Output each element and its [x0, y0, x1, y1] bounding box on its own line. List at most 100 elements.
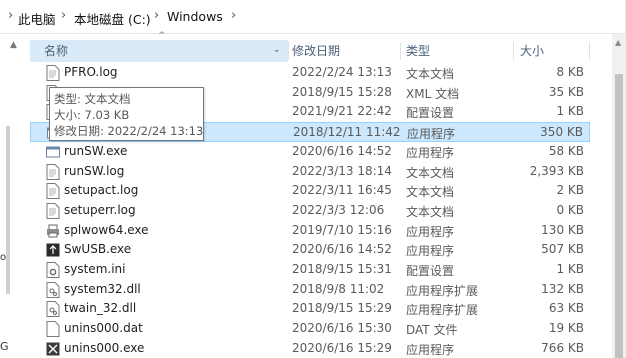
breadcrumb-separator[interactable]: ›: [231, 8, 236, 23]
file-type: XML 文档: [406, 86, 460, 101]
chevron-down-icon[interactable]: ⌄: [273, 45, 281, 55]
file-type: 文本文档: [406, 67, 455, 81]
file-size: 1 KB: [556, 104, 584, 119]
file-modified-date: 2020/6/16 15:30: [292, 321, 392, 336]
file-row[interactable]: unins000.exe 2020/6/16 15:29 应用程序 766 KB: [30, 339, 590, 358]
installer-exe-icon: [46, 341, 60, 357]
column-divider[interactable]: [288, 42, 289, 60]
file-modified-date: 2020/6/16 14:52: [292, 143, 392, 158]
text-file-icon: [46, 202, 60, 219]
file-size: 8 KB: [556, 65, 584, 79]
column-header-type[interactable]: 类型: [406, 40, 430, 62]
text-file-icon: [46, 183, 60, 200]
file-modified-date: 2020/6/16 14:52: [292, 242, 392, 257]
file-row[interactable]: setupact.log 2022/3/11 16:45 文本文档 2 KB: [30, 181, 590, 201]
vertical-scrollbar[interactable]: ▲: [612, 34, 626, 358]
tooltip-type: 类型: 文本文档: [54, 92, 131, 106]
file-type: 应用程序: [406, 244, 455, 259]
breadcrumb-this-pc[interactable]: 此电脑: [18, 9, 56, 28]
file-name: PFRO.log: [64, 65, 118, 79]
file-type: 文本文档: [406, 185, 455, 200]
file-info-tooltip: 类型: 文本文档 大小: 7.03 KB 修改日期: 2022/2/24 13:…: [49, 87, 204, 141]
nav-item-fragment[interactable]: G: [0, 340, 9, 353]
file-size: 507 KB: [541, 242, 584, 257]
usb-exe-icon: [46, 242, 60, 258]
dll-file-icon: [46, 281, 60, 298]
file-name: setuperr.log: [64, 202, 136, 217]
file-row[interactable]: runSW.log 2022/3/13 18:14 文本文档 2,393 KB: [30, 162, 590, 182]
file-size: 2,393 KB: [529, 163, 584, 178]
file-modified-date: 2021/9/21 22:42: [292, 104, 392, 119]
file-row[interactable]: unins000.dat 2020/6/16 15:30 DAT 文件 19 KB: [30, 319, 590, 339]
scroll-up-icon[interactable]: ▲: [615, 38, 621, 47]
file-modified-date: 2018/9/15 15:28: [292, 84, 392, 99]
breadcrumb-local-disk[interactable]: 本地磁盘 (C:): [74, 9, 151, 28]
column-divider[interactable]: [400, 42, 401, 60]
navigation-pane[interactable]: [0, 34, 13, 358]
file-type: 配置设置: [406, 264, 455, 278]
file-row[interactable]: twain_32.dll 2018/9/15 15:29 应用程序扩展 63 KB: [30, 299, 590, 319]
breadcrumb-separator[interactable]: ›: [61, 8, 66, 23]
column-divider[interactable]: [589, 42, 590, 60]
column-header-name-label: 名称: [44, 44, 69, 58]
column-divider[interactable]: [513, 42, 514, 60]
file-row[interactable]: PFRO.log 2022/2/24 13:13 文本文档 8 KB: [30, 63, 590, 83]
file-type: 应用程序: [406, 224, 455, 239]
file-name: runSW.log: [64, 163, 125, 178]
column-header-name[interactable]: 名称: [30, 40, 288, 62]
file-size: 350 KB: [540, 125, 583, 140]
column-header-size[interactable]: 大小: [520, 40, 544, 62]
chevron-up-icon[interactable]: ▲: [10, 40, 17, 50]
file-name: setupact.log: [64, 183, 139, 198]
file-name: system.ini: [64, 262, 126, 276]
tooltip-size: 大小: 7.03 KB: [54, 108, 130, 122]
file-size: 63 KB: [548, 301, 584, 316]
nav-item-fragment[interactable]: o: [0, 252, 6, 263]
file-size: 2 KB: [556, 183, 584, 198]
file-row[interactable]: splwow64.exe 2019/7/10 15:16 应用程序 130 KB: [30, 221, 590, 241]
file-size: 0 KB: [556, 202, 584, 217]
file-modified-date: 2019/7/10 15:16: [292, 222, 392, 237]
scrollbar-thumb[interactable]: [615, 74, 623, 358]
file-name: unins000.exe: [64, 340, 145, 355]
file-modified-date: 2018/9/8 11:02: [292, 281, 385, 296]
file-size: 130 KB: [541, 222, 584, 237]
file-row[interactable]: system.ini 2018/9/15 15:31 配置设置 1 KB: [30, 260, 590, 280]
file-row[interactable]: runSW.exe 2020/6/16 14:52 应用程序 58 KB: [30, 142, 590, 162]
column-header-date-label: 修改日期: [292, 44, 341, 58]
file-type: 应用程序: [406, 342, 455, 357]
file-type: 应用程序: [406, 145, 455, 160]
file-modified-date: 2022/3/13 18:14: [292, 163, 392, 178]
column-header-date[interactable]: 修改日期: [292, 40, 340, 62]
file-modified-date: 2022/3/11 16:45: [292, 183, 392, 198]
file-type: 应用程序扩展: [406, 283, 479, 298]
file-row[interactable]: system32.dll 2018/9/8 11:02 应用程序扩展 132 KB: [30, 280, 590, 300]
file-row[interactable]: SwUSB.exe 2020/6/16 14:52 应用程序 507 KB: [30, 240, 590, 260]
file-row[interactable]: setuperr.log 2022/3/3 12:06 文本文档 0 KB: [30, 201, 590, 221]
file-type: 文本文档: [406, 204, 455, 219]
breadcrumb-windows[interactable]: Windows: [167, 9, 223, 24]
file-name: system32.dll: [64, 281, 141, 296]
navigation-scrollbar[interactable]: [6, 126, 10, 294]
file-modified-date: 2020/6/16 15:29: [292, 340, 392, 355]
file-name: unins000.dat: [64, 321, 143, 336]
file-modified-date: 2022/2/24 13:13: [292, 65, 392, 79]
file-modified-date: 2018/9/15 15:31: [292, 262, 392, 276]
file-type: 应用程序扩展: [406, 303, 479, 318]
file-name: twain_32.dll: [64, 301, 137, 316]
file-type: 配置设置: [406, 106, 455, 121]
text-file-icon: [46, 65, 60, 81]
dat-file-icon: [46, 321, 60, 338]
file-size: 19 KB: [548, 321, 584, 336]
address-bar[interactable]: › 此电脑 › 本地磁盘 (C:) › Windows ›: [0, 0, 626, 34]
file-size: 766 KB: [541, 340, 584, 355]
printer-exe-icon: [46, 223, 60, 239]
file-type: 文本文档: [406, 165, 455, 180]
file-explorer-window: › 此电脑 › 本地磁盘 (C:) › Windows › ▲ o G ^ 名称…: [0, 0, 626, 358]
file-name: runSW.exe: [64, 143, 128, 158]
column-header-size-label: 大小: [520, 44, 545, 58]
breadcrumb-separator: ›: [8, 8, 14, 23]
file-modified-date: 2018/9/15 15:29: [292, 301, 392, 316]
file-size: 1 KB: [556, 262, 584, 276]
breadcrumb-separator[interactable]: ›: [154, 8, 159, 23]
